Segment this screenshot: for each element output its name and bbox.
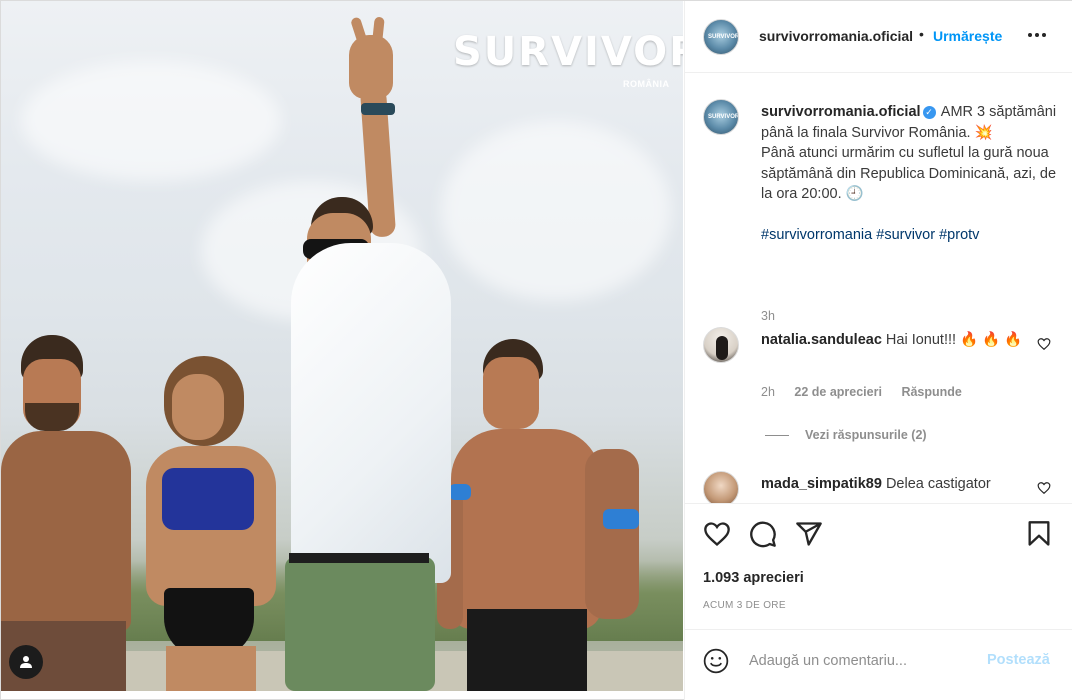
like-heart-icon[interactable] — [703, 520, 731, 548]
caption-username[interactable]: survivorromania.oficial — [761, 104, 921, 120]
follow-button[interactable]: Urmărește — [933, 28, 1002, 44]
reply-button[interactable]: Răspunde — [901, 385, 961, 399]
comment-text: Hai Ionut!!! 🔥 🔥 🔥 — [885, 332, 1023, 348]
hashtag-link[interactable]: #survivorromania — [761, 227, 872, 243]
comment-username[interactable]: mada_simpatik89 — [761, 476, 882, 492]
view-replies-label: Vezi răspunsurile (2) — [805, 428, 927, 442]
caption-text-2: Până atunci urmărim cu sufletul la gură … — [761, 145, 1057, 202]
like-comment-heart-icon[interactable] — [1037, 337, 1051, 351]
cloud — [21, 61, 281, 181]
user-icon — [20, 656, 32, 668]
post-header: SURVIVOR survivorromania.oficial • Urmăr… — [685, 1, 1072, 73]
avatar[interactable]: SURVIVOR — [703, 99, 739, 135]
tagged-users-button[interactable] — [9, 645, 43, 679]
add-comment-bar: Postează — [685, 629, 1072, 691]
cloud — [441, 121, 671, 301]
separator-dot: • — [919, 26, 924, 42]
header-username[interactable]: survivorromania.oficial — [759, 28, 917, 44]
comment-likes[interactable]: 22 de aprecieri — [794, 385, 882, 399]
post-side-panel: SURVIVOR survivorromania.oficial • Urmăr… — [684, 1, 1072, 700]
verified-badge-icon: ✓ — [922, 106, 936, 119]
comment-body: mada_simpatik89 Delea castigator — [761, 473, 1031, 495]
emoji-icon[interactable] — [703, 648, 729, 674]
share-send-icon[interactable] — [795, 520, 823, 548]
more-horizontal-icon — [1028, 33, 1046, 37]
post-likes-count[interactable]: 1.093 aprecieri — [703, 570, 804, 586]
avatar-logo: SURVIVOR — [708, 34, 739, 40]
contestant-left — [1, 331, 141, 691]
view-replies-line — [765, 434, 789, 436]
avatar-logo: SURVIVOR — [708, 114, 739, 120]
more-options-button[interactable] — [1025, 23, 1049, 47]
like-comment-heart-icon[interactable] — [1037, 481, 1051, 495]
post-modal: SURVIVOR ROMÂNIA SURVIVOR survivorromani… — [0, 0, 1072, 700]
survivor-logo-subtitle: ROMÂNIA — [623, 79, 670, 89]
hashtag-link[interactable]: #survivor — [876, 227, 935, 243]
host — [261, 16, 461, 691]
comment-body: natalia.sanduleac Hai Ionut!!! 🔥 🔥 🔥 — [761, 329, 1031, 351]
post-comment-button[interactable]: Postează — [987, 652, 1050, 668]
survivor-logo: SURVIVOR — [453, 29, 683, 75]
avatar[interactable] — [703, 471, 739, 503]
avatar-figure — [716, 336, 728, 360]
post-photo[interactable]: SURVIVOR ROMÂNIA — [1, 1, 683, 691]
comment-bubble-icon[interactable] — [749, 520, 777, 548]
comments-list[interactable]: SURVIVOR survivorromania.oficial ✓ AMR 3 … — [685, 73, 1072, 503]
comment-meta: 2h 22 de aprecieri Răspunde — [761, 385, 978, 399]
contestant-right — [437, 339, 647, 691]
post-actions: 1.093 aprecieri ACUM 3 DE ORE — [685, 503, 1072, 629]
hashtag-link[interactable]: #protv — [939, 227, 979, 243]
comment-time[interactable]: 2h — [761, 385, 775, 399]
caption-time[interactable]: 3h — [761, 309, 775, 323]
save-bookmark-icon[interactable] — [1025, 520, 1053, 548]
post-timestamp[interactable]: ACUM 3 DE ORE — [703, 600, 786, 611]
comment-username[interactable]: natalia.sanduleac — [761, 332, 882, 348]
comment-text: Delea castigator — [885, 476, 991, 492]
caption-body: survivorromania.oficial ✓ AMR 3 săptămâni… — [761, 102, 1061, 246]
comment-input[interactable] — [749, 650, 979, 672]
avatar[interactable]: SURVIVOR — [703, 19, 739, 55]
caption-hashtags: #survivorromania #survivor #protv — [761, 227, 979, 243]
view-replies-button[interactable]: Vezi răspunsurile (2) — [765, 428, 927, 442]
avatar[interactable] — [703, 327, 739, 363]
